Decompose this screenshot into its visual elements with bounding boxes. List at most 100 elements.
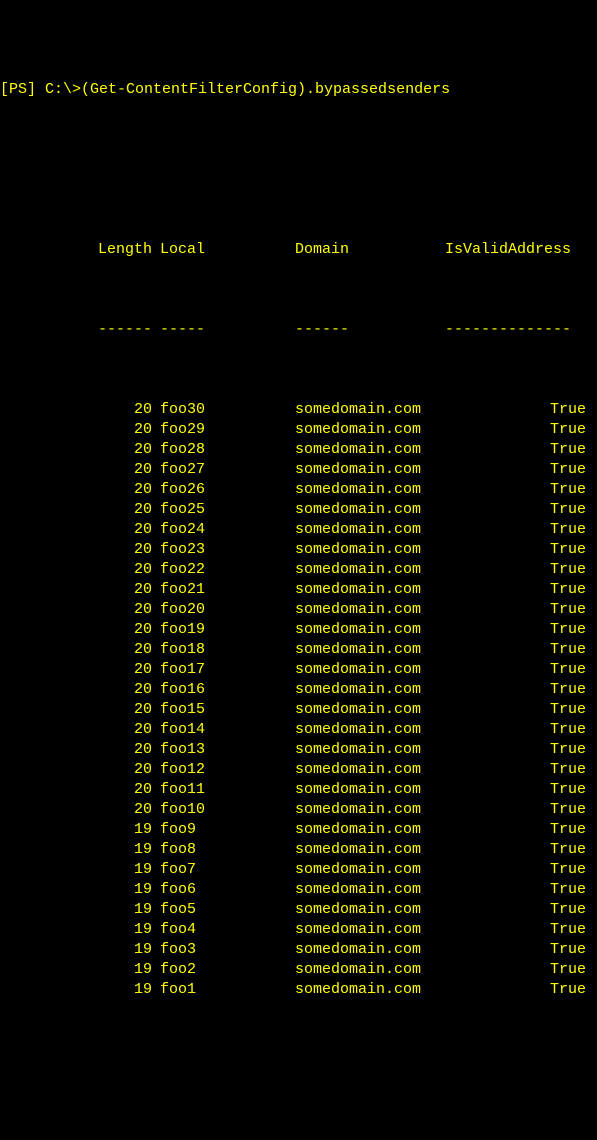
table-row: 19foo1somedomain.comTrue	[0, 980, 597, 1000]
cell-isvalidaddress: True	[445, 740, 590, 760]
cell-isvalidaddress: True	[445, 700, 590, 720]
cell-local: foo7	[160, 860, 295, 880]
command-prompt-line: [PS] C:\>(Get-ContentFilterConfig).bypas…	[0, 80, 597, 100]
cell-local: foo20	[160, 600, 295, 620]
cell-local: foo17	[160, 660, 295, 680]
cell-length: 19	[0, 880, 160, 900]
cell-domain: somedomain.com	[295, 820, 445, 840]
cell-isvalidaddress: True	[445, 520, 590, 540]
cell-length: 20	[0, 680, 160, 700]
table-row: 19foo5somedomain.comTrue	[0, 900, 597, 920]
cell-isvalidaddress: True	[445, 480, 590, 500]
header-domain: Domain	[295, 240, 445, 260]
cell-length: 20	[0, 580, 160, 600]
separator-length: ------	[0, 320, 160, 340]
table-row: 20foo19somedomain.comTrue	[0, 620, 597, 640]
cell-domain: somedomain.com	[295, 440, 445, 460]
header-local: Local	[160, 240, 295, 260]
cell-length: 19	[0, 960, 160, 980]
cell-local: foo14	[160, 720, 295, 740]
cell-length: 20	[0, 480, 160, 500]
header-length: Length	[0, 240, 160, 260]
cell-domain: somedomain.com	[295, 900, 445, 920]
cell-local: foo25	[160, 500, 295, 520]
table-row: 20foo21somedomain.comTrue	[0, 580, 597, 600]
cell-length: 20	[0, 440, 160, 460]
cell-domain: somedomain.com	[295, 660, 445, 680]
cell-isvalidaddress: True	[445, 800, 590, 820]
cell-local: foo19	[160, 620, 295, 640]
cell-domain: somedomain.com	[295, 580, 445, 600]
cell-domain: somedomain.com	[295, 600, 445, 620]
cell-domain: somedomain.com	[295, 940, 445, 960]
cell-length: 19	[0, 900, 160, 920]
cell-isvalidaddress: True	[445, 900, 590, 920]
cell-domain: somedomain.com	[295, 760, 445, 780]
cell-local: foo30	[160, 400, 295, 420]
table-row: 20foo20somedomain.comTrue	[0, 600, 597, 620]
cell-isvalidaddress: True	[445, 600, 590, 620]
cell-length: 20	[0, 760, 160, 780]
cell-length: 20	[0, 540, 160, 560]
cell-domain: somedomain.com	[295, 500, 445, 520]
cell-local: foo3	[160, 940, 295, 960]
cell-local: foo13	[160, 740, 295, 760]
cell-isvalidaddress: True	[445, 820, 590, 840]
table-row: 20foo14somedomain.comTrue	[0, 720, 597, 740]
cell-length: 20	[0, 420, 160, 440]
cell-isvalidaddress: True	[445, 880, 590, 900]
table-header-row: Length Local Domain IsValidAddress	[0, 240, 597, 260]
cell-length: 20	[0, 620, 160, 640]
cell-domain: somedomain.com	[295, 460, 445, 480]
cell-isvalidaddress: True	[445, 420, 590, 440]
table-body: 20foo30somedomain.comTrue20foo29somedoma…	[0, 400, 597, 1000]
cell-domain: somedomain.com	[295, 700, 445, 720]
cell-local: foo16	[160, 680, 295, 700]
cell-length: 20	[0, 740, 160, 760]
blank-line	[0, 120, 597, 140]
separator-local: -----	[160, 320, 295, 340]
cell-local: foo22	[160, 560, 295, 580]
table-row: 20foo30somedomain.comTrue	[0, 400, 597, 420]
cell-isvalidaddress: True	[445, 580, 590, 600]
cell-domain: somedomain.com	[295, 620, 445, 640]
cell-isvalidaddress: True	[445, 920, 590, 940]
table-row: 20foo17somedomain.comTrue	[0, 660, 597, 680]
cell-local: foo1	[160, 980, 295, 1000]
cell-domain: somedomain.com	[295, 960, 445, 980]
cell-isvalidaddress: True	[445, 720, 590, 740]
table-row: 20foo24somedomain.comTrue	[0, 520, 597, 540]
separator-domain: ------	[295, 320, 445, 340]
cell-length: 19	[0, 940, 160, 960]
cell-local: foo15	[160, 700, 295, 720]
cell-local: foo11	[160, 780, 295, 800]
cell-domain: somedomain.com	[295, 680, 445, 700]
cell-isvalidaddress: True	[445, 760, 590, 780]
cell-domain: somedomain.com	[295, 980, 445, 1000]
cell-local: foo8	[160, 840, 295, 860]
cell-length: 20	[0, 640, 160, 660]
cell-length: 20	[0, 400, 160, 420]
cell-local: foo29	[160, 420, 295, 440]
cell-length: 20	[0, 780, 160, 800]
table-row: 20foo12somedomain.comTrue	[0, 760, 597, 780]
cell-domain: somedomain.com	[295, 840, 445, 860]
cell-domain: somedomain.com	[295, 540, 445, 560]
table-row: 20foo10somedomain.comTrue	[0, 800, 597, 820]
cell-length: 20	[0, 700, 160, 720]
cell-local: foo23	[160, 540, 295, 560]
cell-isvalidaddress: True	[445, 500, 590, 520]
table-row: 20foo29somedomain.comTrue	[0, 420, 597, 440]
table-row: 20foo25somedomain.comTrue	[0, 500, 597, 520]
cell-domain: somedomain.com	[295, 420, 445, 440]
cell-length: 20	[0, 460, 160, 480]
cell-local: foo18	[160, 640, 295, 660]
cell-domain: somedomain.com	[295, 560, 445, 580]
cell-length: 19	[0, 840, 160, 860]
cell-isvalidaddress: True	[445, 980, 590, 1000]
cell-domain: somedomain.com	[295, 740, 445, 760]
table-row: 20foo16somedomain.comTrue	[0, 680, 597, 700]
cell-isvalidaddress: True	[445, 840, 590, 860]
output-table: Length Local Domain IsValidAddress -----…	[0, 180, 597, 1040]
cell-isvalidaddress: True	[445, 960, 590, 980]
